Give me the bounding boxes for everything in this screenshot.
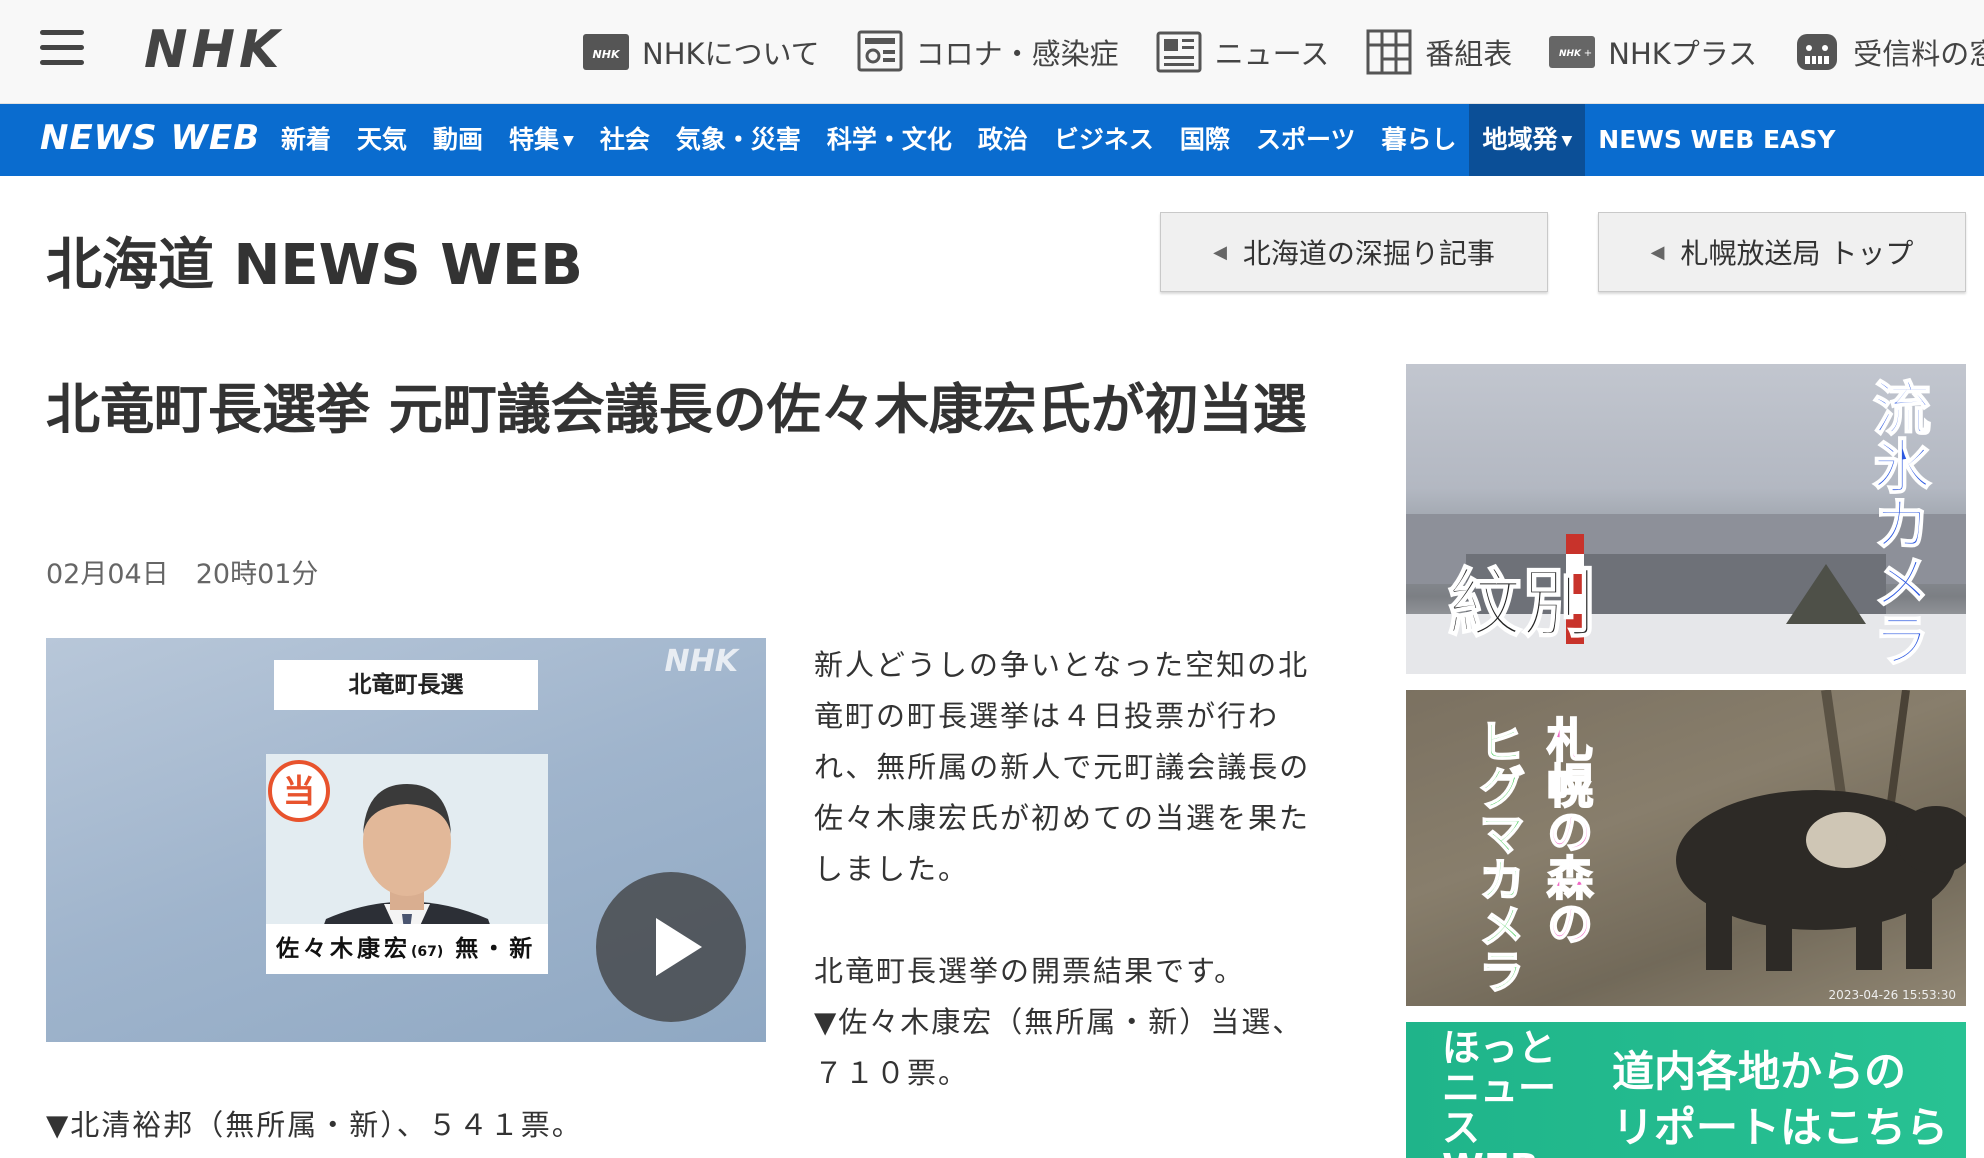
nhkplus-icon: NHK + [1549,36,1596,68]
top-header: NHK NHK NHKについて コロナ・感染症 ニュース 番組表 NHK + NH… [0,0,1984,104]
nav-item-feature[interactable]: 特集 ▼ [496,104,587,176]
caret-down-icon: ▼ [1561,133,1573,149]
main-nav: NEWS WEB 新着 天気 動画 特集 ▼ 社会 気象・災害 科学・文化 政治 … [0,104,1984,176]
article-video[interactable]: NHK 北竜町長選 当 佐々木康宏(67) 無・新 [46,638,766,1042]
nav-item-easy[interactable]: NEWS WEB EASY [1585,104,1848,176]
section-title: 北海道 NEWS WEB [46,233,583,298]
caret-down-icon: ▼ [563,133,574,149]
toplink-label: NHKについて [642,37,820,71]
nav-item-label: 特集 [509,125,560,154]
nav-item-disaster[interactable]: 気象・災害 [663,104,814,176]
nav-item-science[interactable]: 科学・文化 [814,104,965,176]
svg-text:NHK: NHK [1559,49,1582,59]
corona-icon [857,30,903,72]
hamburger-menu-icon[interactable] [40,30,84,66]
drift-ice-camera-banner[interactable]: 流氷カメラ 紋別 [1406,364,1966,674]
candidate-age: (67) [411,944,444,960]
nav-item-sports[interactable]: スポーツ [1243,104,1369,176]
nav-item-video[interactable]: 動画 [420,104,496,176]
article-headline: 北竜町長選挙 元町議会議長の佐々木康宏氏が初当選 [46,378,1307,441]
button-label: 北海道の深掘り記事 [1242,237,1495,270]
article-result-line: ▼北清裕邦（無所属・新）、５４１票。 [46,1108,583,1142]
banner-title: 流氷カメラ [1862,377,1932,669]
triangle-left-icon: ◀ [1650,241,1665,263]
toplink-label: ニュース [1214,37,1330,71]
article-date: 02月04日 20時01分 [46,559,319,590]
nav-item-label: 地域発 [1482,125,1558,154]
banner-message-line: リポートはこちら [1612,1103,1949,1152]
banner-timestamp: 2023-04-26 15:53:30 [1828,988,1956,1002]
toplink-about[interactable]: NHK NHKについて [582,28,820,76]
nav-item-international[interactable]: 国際 [1167,104,1243,176]
nhk-box-icon: NHK [583,34,629,70]
banner-message-line: 道内各地からの [1612,1047,1907,1096]
nhk-logo[interactable]: NHK [144,20,283,80]
toplink-news[interactable]: ニュース [1155,28,1330,76]
nav-item-weather[interactable]: 天気 [344,104,420,176]
nav-item-business[interactable]: ビジネス [1041,104,1167,176]
triangle-left-icon: ◀ [1213,241,1227,263]
candidate-party: 無・新 [455,936,537,962]
top-links: NHK NHKについて コロナ・感染症 ニュース 番組表 NHK + NHKプラス… [582,22,1984,82]
toplink-label: 受信料の窓口 [1853,37,1984,71]
button-label: 札幌放送局 トップ [1680,237,1914,270]
toplink-corona[interactable]: コロナ・感染症 [856,28,1119,76]
toplink-schedule[interactable]: 番組表 [1365,28,1512,76]
grid-icon [1366,29,1412,75]
banner-line1: 札幌の森の [1539,715,1595,947]
toplink-nhkplus[interactable]: NHK + NHKプラス [1548,28,1757,76]
article-paragraph: 北竜町長選挙の開票結果です。 [814,954,1246,988]
toplink-label: 番組表 [1425,37,1513,71]
article-paragraph: 新人どうしの争いとなった空知の北竜町の町長選挙は４日投票が行われ、無所属の新人で… [814,648,1311,886]
candidate-name: 佐々木康宏 [276,936,411,962]
article-body: 新人どうしの争いとなった空知の北竜町の町長選挙は４日投票が行われ、無所属の新人で… [814,640,1324,1099]
banner-line2: ヒグマカメラ [1471,717,1527,995]
toplink-fee[interactable]: 受信料の窓口 [1793,28,1984,76]
nav-item-regional[interactable]: 地域発 ▼ [1469,104,1586,176]
elected-badge: 当 [268,760,330,822]
nav-item-society[interactable]: 社会 [587,104,663,176]
toplink-label: コロナ・感染症 [915,37,1119,71]
nav-items: 新着 天気 動画 特集 ▼ 社会 気象・災害 科学・文化 政治 ビジネス 国際 ス… [268,104,1849,176]
svg-text:NHK: NHK [593,48,621,61]
play-icon[interactable] [596,872,746,1022]
newsweb-logo[interactable]: NEWS WEB [40,118,260,158]
news-icon [1156,31,1202,73]
toplink-label: NHKプラス [1608,37,1758,71]
article-paragraph: ▼佐々木康宏（無所属・新）当選、７１０票。 [814,1005,1304,1090]
banner-place: 紋別 [1447,560,1597,648]
video-caption: 北竜町長選 [274,660,538,710]
nav-item-politics[interactable]: 政治 [965,104,1041,176]
candidate-name-bar: 佐々木康宏(67) 無・新 [266,924,548,974]
nav-item-life[interactable]: 暮らし [1368,104,1469,176]
banner-brand: ほっとニュースWEB [1442,1026,1557,1158]
nhk-watermark: NHK [664,644,738,679]
deep-dive-button[interactable]: ◀ 北海道の深掘り記事 [1160,212,1548,292]
bear-camera-banner[interactable]: 札幌の森の ヒグマカメラ 2023-04-26 15:53:30 [1406,690,1966,1006]
domo-icon [1797,34,1838,70]
sapporo-top-button[interactable]: ◀ 札幌放送局 トップ [1598,212,1966,292]
svg-text:+: + [1584,48,1592,59]
nav-item-latest[interactable]: 新着 [268,104,344,176]
banner-message: 道内各地からの リポートはこちら [1612,1044,1948,1156]
hot-news-banner[interactable]: ほっとニュースWEB 道内各地からの リポートはこちら [1406,1022,1966,1158]
